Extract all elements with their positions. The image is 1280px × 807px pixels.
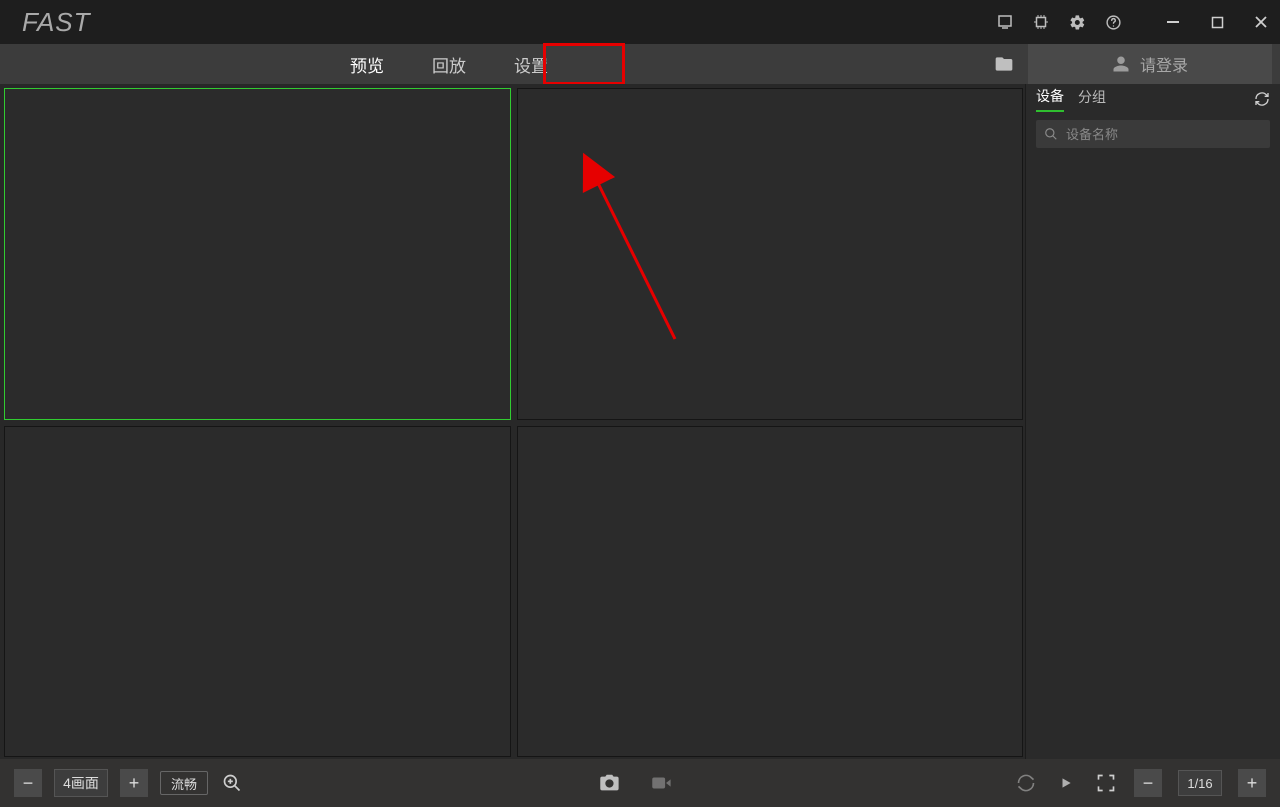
titlebar-actions	[996, 13, 1270, 31]
video-cell-2[interactable]	[517, 88, 1024, 420]
sidebar-tab-group[interactable]: 分组	[1078, 87, 1106, 111]
layout-minus-button[interactable]: −	[14, 769, 42, 797]
page-next-button[interactable]: +	[1238, 769, 1266, 797]
layout-plus-button[interactable]: +	[120, 769, 148, 797]
main-tabs: 预览 回放 设置	[350, 46, 548, 83]
user-icon	[1112, 55, 1130, 73]
gear-icon[interactable]	[1068, 13, 1086, 31]
zoom-in-icon[interactable]	[220, 771, 244, 795]
annotation-highlight	[543, 43, 625, 85]
device-search-input[interactable]	[1066, 127, 1262, 142]
window-controls	[1164, 13, 1270, 31]
sidebar-tabs: 设备 分组	[1026, 84, 1280, 114]
tab-preview[interactable]: 预览	[350, 46, 384, 83]
close-icon[interactable]	[1252, 13, 1270, 31]
play-icon[interactable]	[1054, 771, 1078, 795]
cycle-icon[interactable]	[1014, 771, 1038, 795]
page-prev-button[interactable]: −	[1134, 769, 1162, 797]
screenboard-icon[interactable]	[996, 13, 1014, 31]
stream-quality[interactable]: 流畅	[160, 771, 208, 795]
login-button[interactable]: 请登录	[1028, 44, 1272, 84]
title-bar: FAST	[0, 0, 1280, 44]
folder-icon[interactable]	[992, 52, 1016, 76]
chip-icon[interactable]	[1032, 13, 1050, 31]
device-sidebar: 设备 分组	[1025, 84, 1280, 759]
tab-settings[interactable]: 设置	[514, 46, 548, 83]
video-cell-4[interactable]	[517, 426, 1024, 758]
main-area: 设备 分组	[0, 84, 1280, 759]
device-search[interactable]	[1036, 120, 1270, 148]
main-tab-bar: 预览 回放 设置 请登录	[0, 44, 1280, 84]
help-icon[interactable]	[1104, 13, 1122, 31]
app-logo: FAST	[22, 7, 91, 38]
maximize-icon[interactable]	[1208, 13, 1226, 31]
video-grid	[0, 84, 1025, 759]
page-indicator: 1/16	[1178, 770, 1222, 796]
refresh-icon[interactable]	[1254, 91, 1270, 107]
minimize-icon[interactable]	[1164, 13, 1182, 31]
login-label: 请登录	[1140, 52, 1188, 76]
record-icon[interactable]	[649, 771, 673, 795]
video-cell-3[interactable]	[4, 426, 511, 758]
fullscreen-icon[interactable]	[1094, 771, 1118, 795]
search-icon	[1044, 127, 1058, 141]
sidebar-tab-device[interactable]: 设备	[1036, 86, 1064, 112]
snapshot-icon[interactable]	[597, 771, 621, 795]
tab-playback[interactable]: 回放	[432, 46, 466, 83]
video-cell-1[interactable]	[4, 88, 511, 420]
capture-controls	[597, 771, 673, 795]
bottom-toolbar: − 4画面 + 流畅 − 1/16 +	[0, 759, 1280, 807]
layout-label[interactable]: 4画面	[54, 769, 108, 797]
